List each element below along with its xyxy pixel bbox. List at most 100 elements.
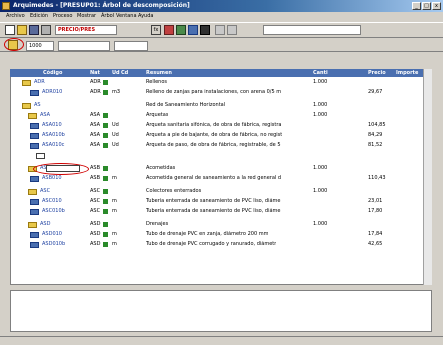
code-field[interactable]: 1000 [26,41,54,51]
formula-icon[interactable]: fx [151,25,161,35]
col-header-cd[interactable]: Cd [121,70,128,76]
cell-nat: ASD [90,221,101,227]
col-header-resumen[interactable]: Resumen [146,70,172,76]
col-header-importe[interactable]: Importe [396,70,418,76]
app-icon [2,2,10,10]
inline-edit-box[interactable] [46,165,80,172]
cell-precio: 42,65 [368,241,383,247]
unit-item-icon[interactable] [30,242,39,248]
summary-field[interactable] [58,41,110,51]
cell-precio: 84,29 [368,132,383,138]
cell-resumen: Tubería enterrada de saneamiento de PVC … [146,208,281,214]
vertical-scrollbar[interactable] [423,69,432,285]
cell-resumen: Tubo de drenaje PVC corrugado y ranurado… [146,241,277,247]
calculate-icon[interactable] [164,25,174,35]
cell-precio: 104,85 [368,122,386,128]
new-item-icon[interactable] [36,153,45,159]
menu-mostrar[interactable]: Mostrar [77,13,96,19]
chapter-folder-icon[interactable] [22,80,31,86]
nature-marker-icon [103,123,108,128]
window-title: Arquimedes - [PRESUP01: Árbol de descomp… [13,2,190,9]
cell-resumen: Acometida general de saneamiento a la re… [146,175,282,181]
cell-code: ASC010 [42,198,62,204]
menu-archivo[interactable]: Archivo [6,13,25,19]
maximize-button[interactable]: □ [422,2,431,10]
cell-nat: ADR [90,89,101,95]
unit-item-icon[interactable] [30,199,39,205]
cell-nat: ASC [90,198,101,204]
table-view-icon[interactable] [188,25,198,35]
cell-precio: 110,43 [368,175,386,181]
cell-code: ASC [40,188,51,194]
col-header-canti[interactable]: Canti [313,70,328,76]
nature-marker-icon [103,242,108,247]
nature-marker-icon [103,209,108,214]
minimize-button[interactable]: _ [412,2,421,10]
cell-canti: 1.000 [313,79,328,85]
chapter-folder-icon[interactable] [28,222,37,228]
unit-item-icon[interactable] [30,133,39,139]
menu-ayuda[interactable]: Ayuda [138,13,153,19]
col-header-ud[interactable]: Ud [112,70,120,76]
cell-nat: ASB [90,165,101,171]
cell-resumen: Drenajes [146,221,169,227]
nature-marker-icon [103,143,108,148]
chapter-folder-icon[interactable] [28,113,37,119]
undo-icon[interactable] [215,25,225,35]
unit-item-icon[interactable] [30,209,39,215]
cell-code: ASB010 [42,175,62,181]
cell-code: ASA [40,112,51,118]
price-mode-combo[interactable]: PRECIO/PRES [55,25,117,35]
highlight-circle [4,38,24,51]
unit-field[interactable] [114,41,148,51]
menu-proceso[interactable]: Proceso [53,13,72,19]
cell-ud: m [112,208,117,214]
cell-code: ASD [40,221,51,227]
cell-precio: 17,80 [368,208,383,214]
new-file-icon[interactable] [5,25,15,35]
menu-arbol[interactable]: Árbol [101,13,114,19]
col-header-precio[interactable]: Precio [368,70,386,76]
chapter-folder-icon[interactable] [22,103,31,109]
unit-item-icon[interactable] [30,123,39,129]
close-button[interactable]: x [432,2,441,10]
chapter-folder-icon[interactable] [28,189,37,195]
nature-marker-icon [103,133,108,138]
cell-canti: 1.000 [313,221,328,227]
menu-ventana[interactable]: Ventana [116,13,137,19]
cell-nat: ASA [90,122,101,128]
cell-nat: ASA [90,132,101,138]
grid-header [10,69,423,77]
nature-marker-icon [103,90,108,95]
properties-icon[interactable] [200,25,210,35]
cell-precio: 29,67 [368,89,383,95]
cell-canti: 1.000 [313,112,328,118]
cell-nat: ASA [90,142,101,148]
unit-item-icon[interactable] [30,176,39,182]
nature-marker-icon [103,232,108,237]
cell-resumen: Tubería enterrada de saneamiento de PVC … [146,198,281,204]
nature-marker-icon [103,176,108,181]
search-field[interactable] [263,25,361,35]
col-header-codigo[interactable]: Código [43,70,62,76]
open-folder-icon[interactable] [17,25,27,35]
cell-nat: ASC [90,188,101,194]
cell-resumen: Red de Saneamiento Horizontal [146,102,226,108]
print-icon[interactable] [41,25,51,35]
save-icon[interactable] [29,25,39,35]
nature-marker-icon [103,222,108,227]
col-header-nat[interactable]: Nat [90,70,100,76]
nature-marker-icon [103,80,108,85]
nature-marker-icon [103,199,108,204]
unit-item-icon[interactable] [30,232,39,238]
menu-edicion[interactable]: Edición [30,13,48,19]
unit-item-icon[interactable] [30,90,39,96]
tree-view-icon[interactable] [176,25,186,35]
cell-code: ASC010b [42,208,65,214]
cell-ud: m [112,198,117,204]
nature-marker-icon [103,113,108,118]
redo-icon[interactable] [227,25,237,35]
unit-item-icon[interactable] [30,143,39,149]
cell-resumen: Tubo de drenaje PVC en zanja, diámetro 2… [146,231,269,237]
detail-panel[interactable] [10,290,432,332]
